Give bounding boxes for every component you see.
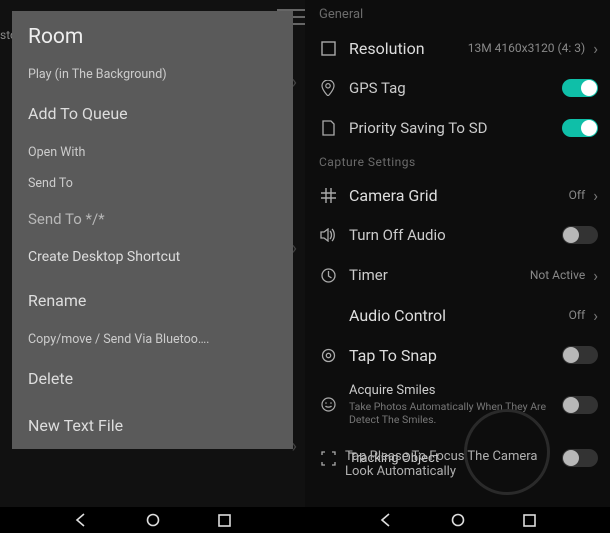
audio-control-label: Audio Control — [349, 306, 446, 325]
row-camera-grid[interactable]: Camera Grid Off › — [305, 175, 610, 215]
context-menu: Room Play (in The Background) Add To Que… — [12, 11, 293, 449]
gps-toggle[interactable] — [562, 79, 598, 97]
back-button[interactable] — [378, 512, 394, 528]
resolution-icon — [317, 41, 339, 56]
recent-button[interactable] — [217, 512, 233, 528]
shutter-ring — [464, 409, 550, 495]
section-general: General — [305, 0, 610, 28]
audio-off-label: Turn Off Audio — [349, 226, 446, 244]
android-nav-bar — [0, 507, 610, 533]
menu-delete[interactable]: Delete — [12, 355, 293, 402]
menu-new-text-file[interactable]: New Text File — [12, 402, 293, 449]
speaker-icon — [317, 228, 339, 242]
target-icon — [317, 348, 339, 363]
row-tap-to-snap[interactable]: Tap To Snap — [305, 335, 610, 375]
chevron-right-icon: › — [593, 39, 598, 58]
tap-snap-toggle[interactable] — [562, 346, 598, 364]
row-turn-off-audio[interactable]: Turn Off Audio — [305, 215, 610, 255]
chevron-right-icon: › — [593, 266, 598, 285]
recent-button[interactable] — [522, 512, 538, 528]
chevron-right-icon: › — [593, 186, 598, 205]
resolution-label: Resolution — [349, 39, 425, 58]
menu-send-to-all[interactable]: Send To */* — [12, 199, 293, 239]
home-button[interactable] — [145, 512, 161, 528]
sd-card-icon — [317, 120, 339, 136]
gps-label: GPS Tag — [349, 79, 406, 97]
menu-desktop-shortcut[interactable]: Create Desktop Shortcut — [12, 239, 293, 277]
section-capture: Capture Settings — [305, 148, 610, 175]
menu-copy-move-bt[interactable]: Copy/move / Send Via Bluetoo…. — [12, 324, 293, 355]
smiles-label: Acquire Smiles — [349, 383, 562, 398]
tracking-toggle[interactable] — [562, 449, 598, 467]
timer-icon — [317, 268, 339, 283]
row-gps-tag[interactable]: GPS Tag — [305, 68, 610, 108]
home-button[interactable] — [450, 512, 466, 528]
tracking-icon — [317, 451, 339, 466]
audio-control-value: Off — [569, 308, 586, 322]
priority-sd-label: Priority Saving To SD — [349, 119, 487, 137]
menu-play-background[interactable]: Play (in The Background) — [12, 59, 293, 90]
menu-add-to-queue[interactable]: Add To Queue — [12, 90, 293, 137]
tracking-label: Tracking Object — [349, 451, 439, 466]
priority-sd-toggle[interactable] — [562, 119, 598, 137]
right-screenshot: General Resolution 13M 4160x3120 (4: 3) … — [305, 0, 610, 507]
grid-value: Off — [569, 188, 586, 202]
menu-send-to[interactable]: Send To — [12, 168, 293, 199]
left-screenshot: sto › › › Room Play (in The Background) … — [0, 0, 305, 507]
row-priority-sd[interactable]: Priority Saving To SD — [305, 108, 610, 148]
row-timer[interactable]: Timer Not Active › — [305, 255, 610, 295]
location-icon — [317, 80, 339, 96]
row-tracking-object[interactable]: Tracking Object — [305, 434, 610, 474]
row-resolution[interactable]: Resolution 13M 4160x3120 (4: 3) › — [305, 28, 610, 68]
grid-label: Camera Grid — [349, 186, 438, 205]
menu-rename[interactable]: Rename — [12, 277, 293, 324]
grid-icon — [317, 188, 339, 203]
menu-title: Room — [12, 11, 293, 59]
row-audio-control[interactable]: Audio Control Off › — [305, 295, 610, 335]
smile-icon — [317, 397, 339, 412]
smiles-toggle[interactable] — [562, 396, 598, 414]
timer-value: Not Active — [530, 268, 585, 282]
timer-label: Timer — [349, 266, 388, 284]
audio-off-toggle[interactable] — [562, 226, 598, 244]
tap-snap-label: Tap To Snap — [349, 346, 437, 365]
row-acquire-smiles[interactable]: Acquire Smiles Take Photos Automatically… — [305, 375, 610, 434]
resolution-value: 13M 4160x3120 (4: 3) — [468, 41, 585, 55]
menu-open-with[interactable]: Open With — [12, 137, 293, 168]
back-button[interactable] — [73, 512, 89, 528]
chevron-right-icon: › — [593, 306, 598, 325]
